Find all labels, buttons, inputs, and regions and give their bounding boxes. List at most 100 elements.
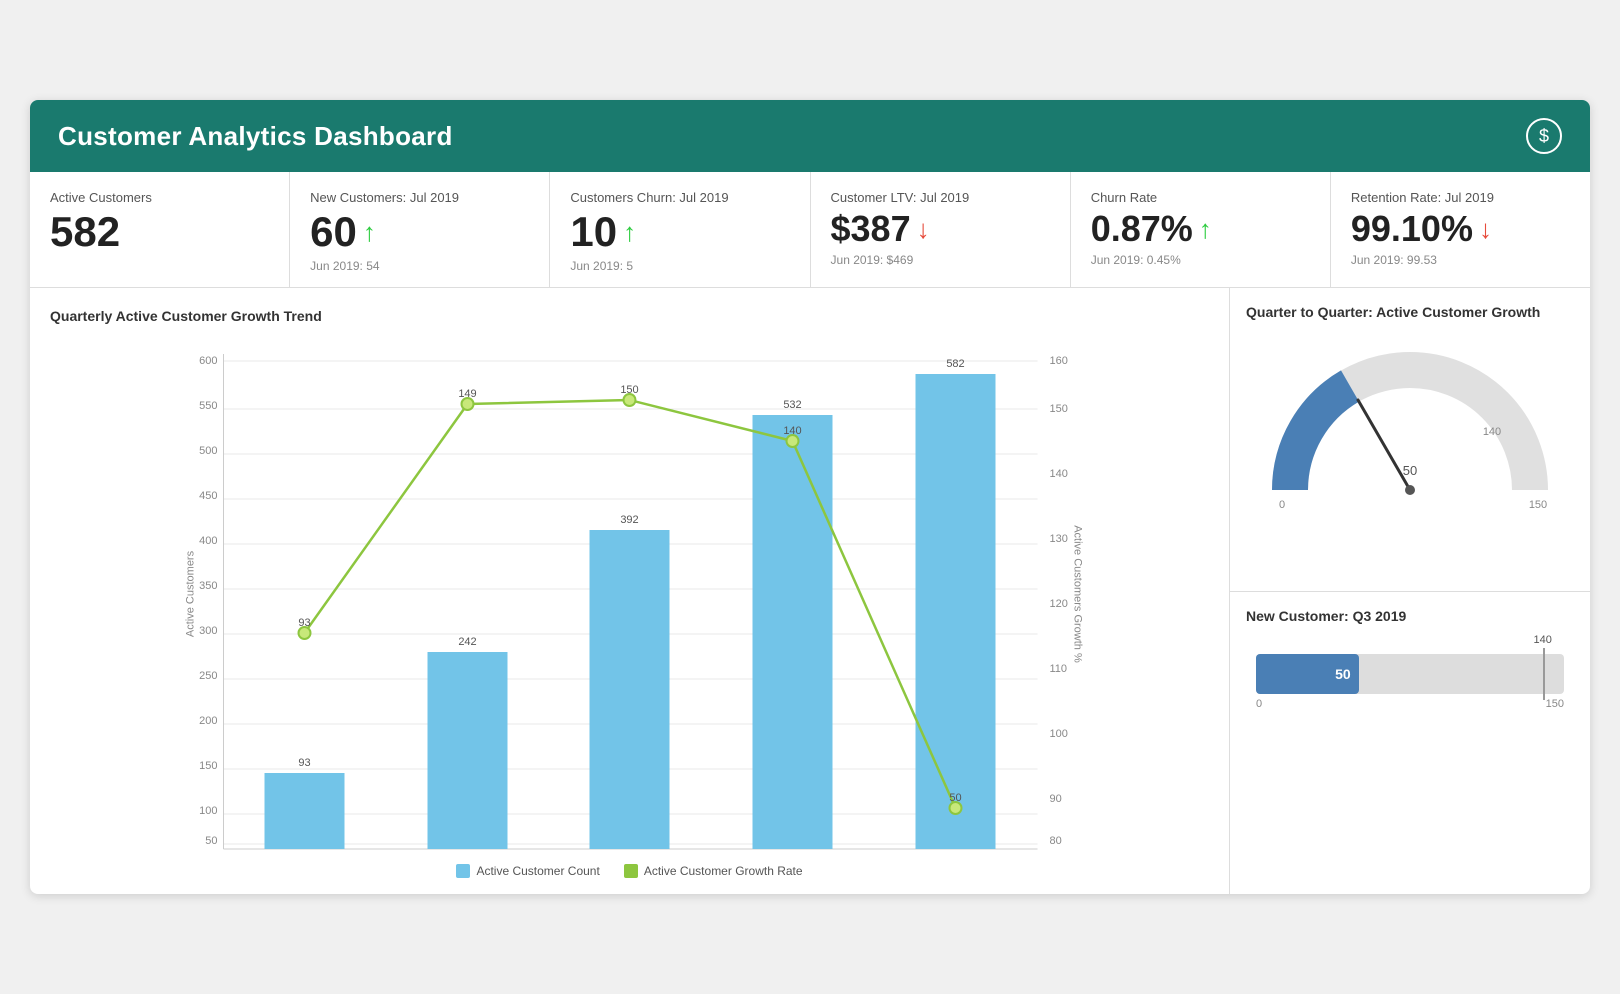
arrow-down-icon-2: ↓ [1479,216,1492,242]
bar-chart-svg: 600 550 500 450 400 350 300 250 200 150 … [50,334,1209,854]
gauge-container: 0 150 140 50 [1246,330,1574,530]
kpi-ltv: Customer LTV: Jul 2019 $387 ↓ Jun 2019: … [811,172,1071,287]
svg-text:110: 110 [1050,663,1068,675]
svg-text:0: 0 [1279,499,1285,511]
svg-text:150: 150 [620,384,638,396]
arrow-up-icon-3: ↑ [1199,216,1212,242]
svg-text:250: 250 [199,670,217,682]
legend-bar: Active Customer Count [456,864,599,878]
gauge-svg: 0 150 140 50 [1260,340,1560,520]
svg-text:242: 242 [458,636,476,648]
svg-text:120: 120 [1050,598,1068,610]
svg-text:Q3 2019: Q3 2019 [932,853,978,854]
svg-text:532: 532 [783,399,801,411]
svg-text:150: 150 [1529,499,1547,511]
bar-track: 50 140 [1256,654,1564,694]
bar-axis: 0 150 [1256,698,1564,710]
svg-text:550: 550 [199,400,217,412]
bar-chart-panel: Quarterly Active Customer Growth Trend 6… [30,288,1230,894]
bar-q3-2018 [265,773,345,849]
kpi-active-customers-label: Active Customers [50,190,269,205]
dashboard: Customer Analytics Dashboard $ Active Cu… [30,100,1590,894]
svg-text:392: 392 [620,514,638,526]
kpi-churn-rate-sub: Jun 2019: 0.45% [1091,253,1310,267]
right-panel: Quarter to Quarter: Active Customer Grow… [1230,288,1590,894]
svg-text:50: 50 [1403,463,1417,478]
svg-text:160: 160 [1050,355,1068,367]
svg-text:140: 140 [783,425,801,437]
svg-text:80: 80 [1050,835,1062,847]
bar-q2-2019 [753,415,833,849]
svg-text:300: 300 [199,625,217,637]
kpi-churn: Customers Churn: Jul 2019 10 ↑ Jun 2019:… [550,172,810,287]
svg-text:350: 350 [199,580,217,592]
legend-bar-label: Active Customer Count [476,864,599,878]
kpi-new-customers-sub: Jun 2019: 54 [310,259,529,273]
svg-text:150: 150 [199,760,217,772]
svg-text:90: 90 [1050,793,1062,805]
svg-text:600: 600 [199,355,217,367]
svg-text:150: 150 [1050,403,1068,415]
svg-text:140: 140 [1050,468,1068,480]
svg-text:500: 500 [199,445,217,457]
kpi-new-customers: New Customers: Jul 2019 60 ↑ Jun 2019: 5… [290,172,550,287]
bar-target-label: 140 [1533,634,1551,646]
kpi-active-customers: Active Customers 582 [30,172,290,287]
new-customer-title: New Customer: Q3 2019 [1246,608,1574,624]
bar-min-label: 0 [1256,698,1262,710]
bar-target-line [1543,648,1545,700]
kpi-churn-rate-label: Churn Rate [1091,190,1310,205]
kpi-retention-sub: Jun 2019: 99.53 [1351,253,1570,267]
svg-text:93: 93 [298,617,310,629]
kpi-row: Active Customers 582 New Customers: Jul … [30,172,1590,288]
chart-legend: Active Customer Count Active Customer Gr… [50,864,1209,878]
svg-text:Q2 2019: Q2 2019 [769,853,815,854]
dashboard-header: Customer Analytics Dashboard $ [30,100,1590,172]
main-content: Quarterly Active Customer Growth Trend 6… [30,288,1590,894]
arrow-up-icon-2: ↑ [623,219,636,245]
svg-text:100: 100 [1050,728,1068,740]
svg-text:Q4 2018: Q4 2018 [444,853,490,854]
svg-text:400: 400 [199,535,217,547]
gauge-title: Quarter to Quarter: Active Customer Grow… [1246,304,1574,320]
bar-chart-area: 600 550 500 450 400 350 300 250 200 150 … [50,334,1209,854]
svg-text:130: 130 [1050,533,1068,545]
svg-text:Q3 2018: Q3 2018 [281,853,327,854]
bar-q3-2019 [916,374,996,849]
bar-fill: 50 [1256,654,1359,694]
svg-text:100: 100 [199,805,217,817]
kpi-new-customers-label: New Customers: Jul 2019 [310,190,529,205]
kpi-retention: Retention Rate: Jul 2019 99.10% ↓ Jun 20… [1331,172,1590,287]
bar-q4-2018 [428,652,508,849]
legend-line: Active Customer Growth Rate [624,864,803,878]
header-icon: $ [1526,118,1562,154]
kpi-new-customers-value: 60 ↑ [310,211,529,253]
svg-text:Active Customers: Active Customers [185,550,197,637]
legend-line-label: Active Customer Growth Rate [644,864,803,878]
svg-text:Active Customers Growth %: Active Customers Growth % [1072,525,1084,663]
svg-text:93: 93 [298,757,310,769]
kpi-churn-rate: Churn Rate 0.87% ↑ Jun 2019: 0.45% [1071,172,1331,287]
kpi-ltv-label: Customer LTV: Jul 2019 [831,190,1050,205]
legend-line-color [624,864,638,878]
kpi-retention-label: Retention Rate: Jul 2019 [1351,190,1570,205]
kpi-churn-value: 10 ↑ [570,211,789,253]
svg-text:450: 450 [199,490,217,502]
svg-text:Q1 2019: Q1 2019 [606,853,652,854]
kpi-ltv-value: $387 ↓ [831,211,1050,247]
new-customer-panel: New Customer: Q3 2019 50 140 0 150 [1230,592,1590,895]
svg-text:200: 200 [199,715,217,727]
dashboard-title: Customer Analytics Dashboard [58,121,453,152]
svg-text:149: 149 [458,388,476,400]
arrow-down-icon: ↓ [917,216,930,242]
svg-text:140: 140 [1483,426,1501,438]
kpi-ltv-sub: Jun 2019: $469 [831,253,1050,267]
svg-text:50: 50 [949,792,961,804]
bar-q1-2019 [590,530,670,849]
legend-bar-color [456,864,470,878]
bar-value-label: 50 [1335,666,1351,682]
bar-max-label: 150 [1546,698,1564,710]
kpi-churn-label: Customers Churn: Jul 2019 [570,190,789,205]
kpi-churn-sub: Jun 2019: 5 [570,259,789,273]
arrow-up-icon: ↑ [363,219,376,245]
